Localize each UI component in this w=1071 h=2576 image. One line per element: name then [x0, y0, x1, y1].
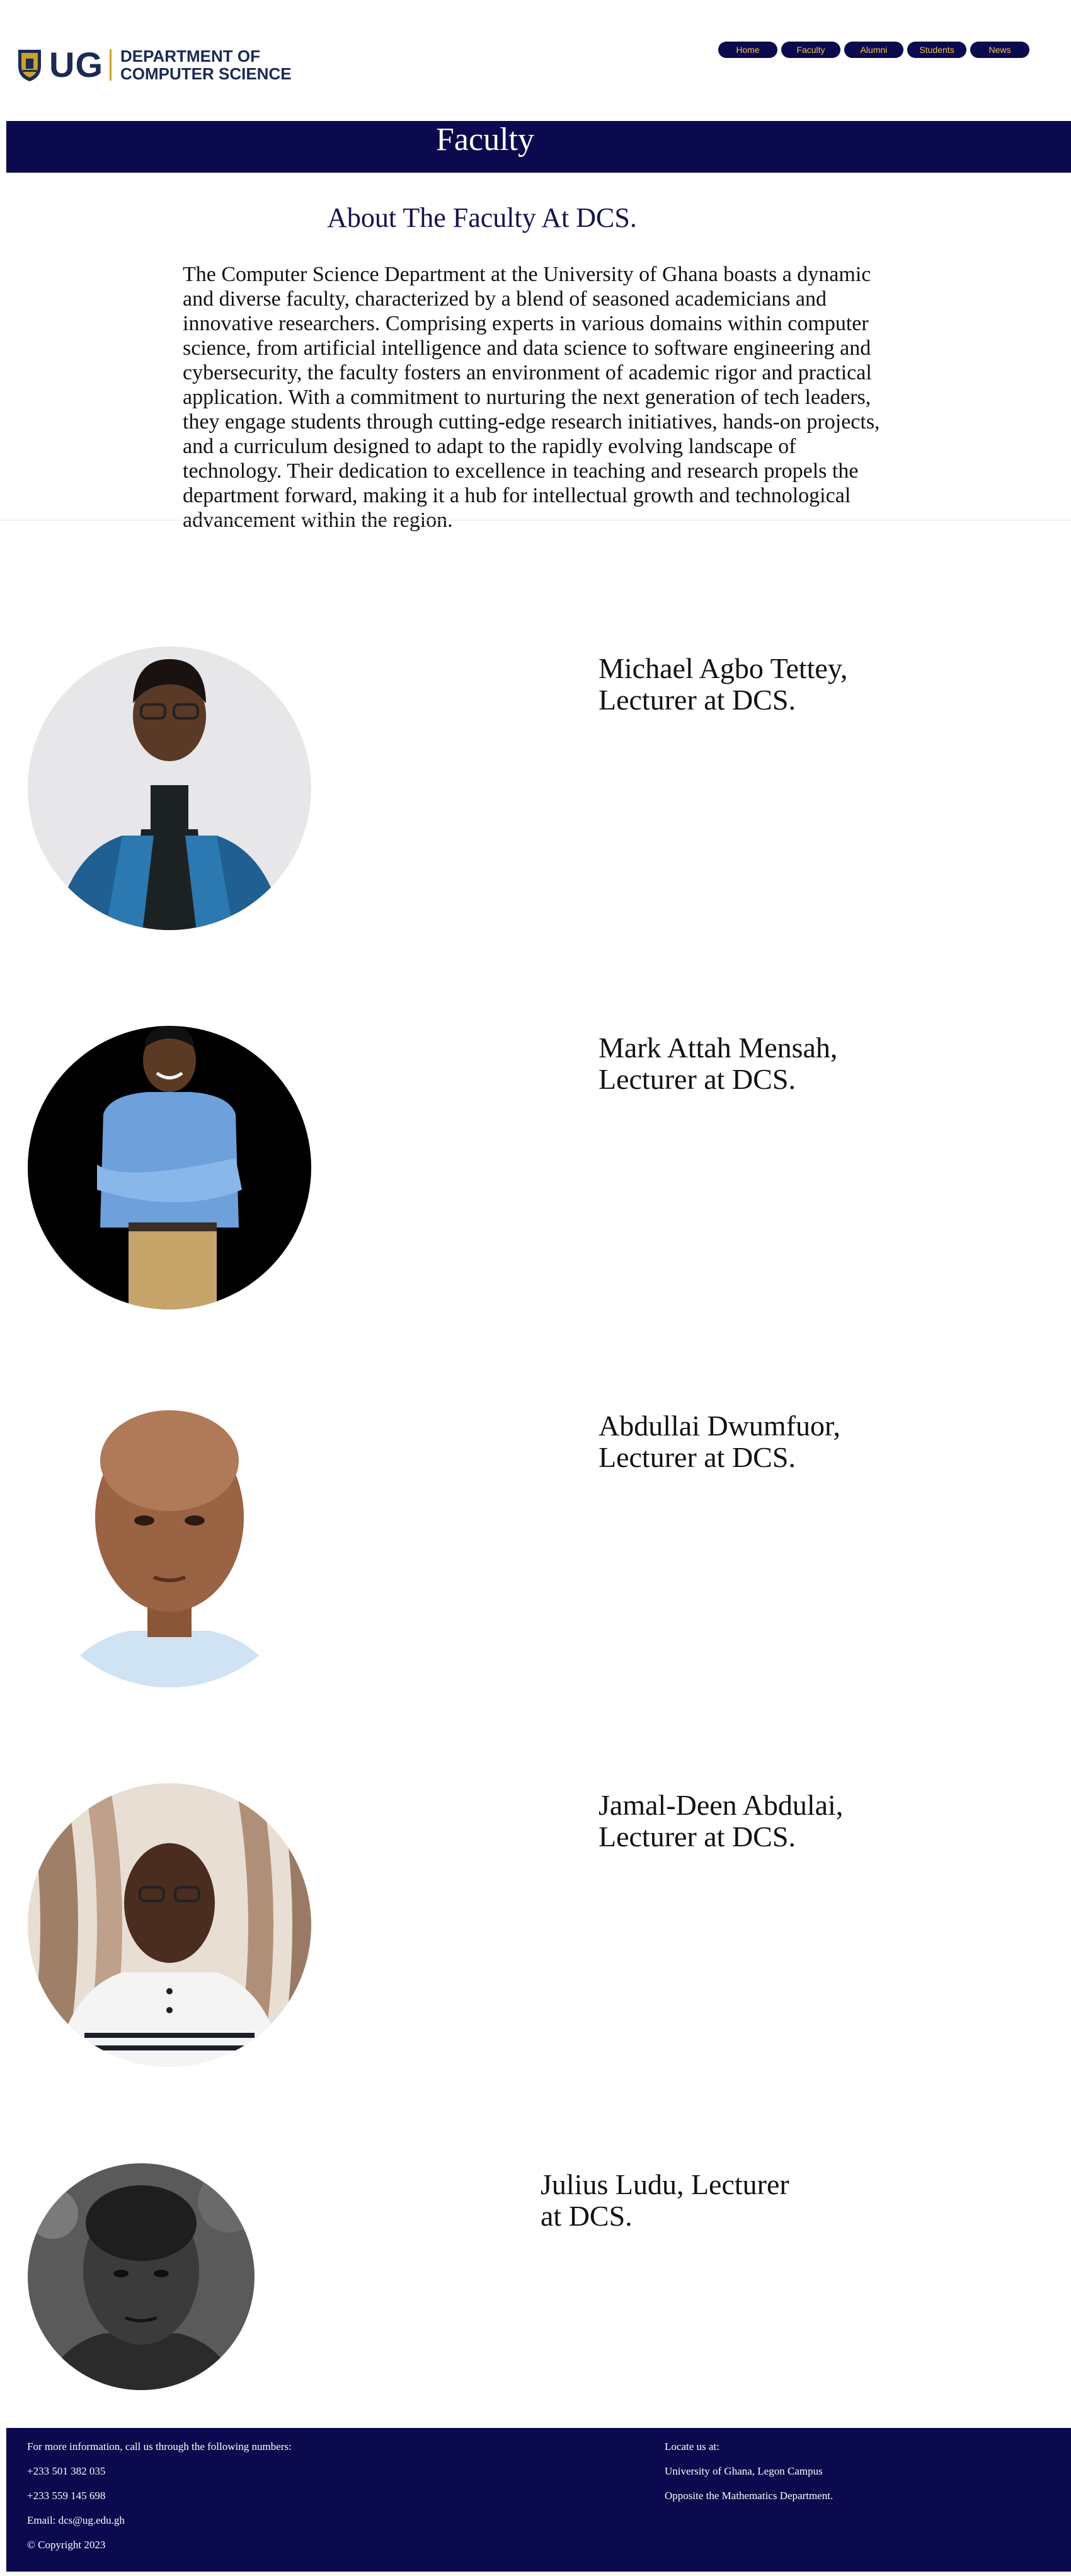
- footer-phone-1[interactable]: +233 501 382 035: [27, 2465, 105, 2478]
- portrait-image: [28, 2163, 255, 2390]
- faculty-caption-1: Michael Agbo Tettey, Lecturer at DCS.: [598, 652, 848, 716]
- faculty-caption-2: Mark Attah Mensah, Lecturer at DCS.: [598, 1032, 838, 1095]
- footer-address-2: Opposite the Mathematics Department.: [665, 2490, 833, 2502]
- main-nav: Home Faculty Alumni Students News: [718, 42, 1029, 58]
- faculty-photo-5: [28, 2163, 255, 2390]
- nav-faculty-button[interactable]: Faculty: [781, 42, 840, 58]
- portrait-image: [28, 1026, 311, 1309]
- logo-line-1: DEPARTMENT OF: [120, 46, 260, 66]
- nav-news-button[interactable]: News: [970, 42, 1029, 58]
- faculty-caption-4: Jamal-Deen Abdulai, Lecturer at DCS.: [598, 1789, 844, 1853]
- nav-students-button[interactable]: Students: [907, 42, 966, 58]
- footer-address-1: University of Ghana, Legon Campus: [665, 2465, 823, 2477]
- footer-email[interactable]: Email: dcs@ug.edu.gh: [27, 2514, 125, 2527]
- about-heading: About The Faculty At DCS.: [327, 202, 637, 233]
- nav-home-button[interactable]: Home: [718, 42, 777, 58]
- logo-divider: [110, 49, 112, 81]
- nav-alumni-button[interactable]: Alumni: [844, 42, 903, 58]
- logo-mark: UG: [49, 45, 103, 84]
- faculty-photo-3: [28, 1404, 311, 1688]
- footer-phone-2[interactable]: +233 559 145 698: [27, 2490, 105, 2502]
- faculty-caption-3: Abdullai Dwumfuor, Lecturer at DCS.: [598, 1410, 840, 1473]
- logo-text: DEPARTMENT OF COMPUTER SCIENCE: [120, 47, 292, 83]
- logo-line-2: COMPUTER SCIENCE: [120, 64, 292, 83]
- footer-locate-heading: Locate us at:: [665, 2441, 719, 2452]
- site-footer: For more information, call us through th…: [6, 2428, 1071, 2572]
- page-title: Faculty: [436, 122, 534, 158]
- university-crest-icon: [18, 49, 41, 81]
- portrait-image: [28, 1404, 311, 1688]
- faculty-caption-5: Julius Ludu, Lecturer at DCS.: [541, 2168, 789, 2232]
- faculty-photo-4: [28, 1783, 311, 2067]
- portrait-image: [28, 647, 311, 930]
- about-paragraph: The Computer Science Department at the U…: [183, 263, 880, 532]
- portrait-image: [28, 1783, 311, 2067]
- page-banner: Faculty: [6, 121, 1071, 173]
- faculty-photo-2: [28, 1026, 311, 1309]
- footer-contact-intro: For more information, call us through th…: [27, 2441, 292, 2452]
- faculty-photo-1: [28, 647, 311, 930]
- site-logo[interactable]: UG DEPARTMENT OF COMPUTER SCIENCE: [16, 44, 292, 85]
- footer-copyright: © Copyright 2023: [27, 2539, 106, 2551]
